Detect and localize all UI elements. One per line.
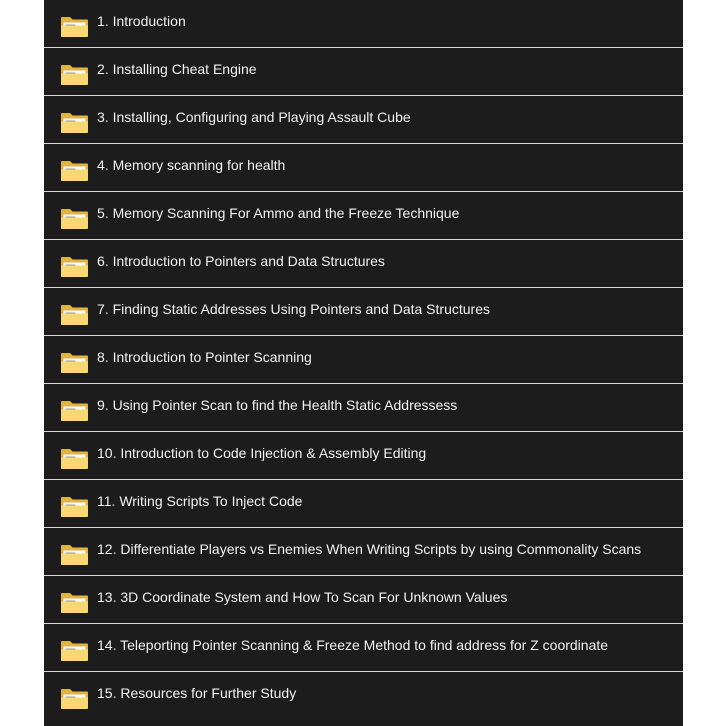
folder-name: 8. Introduction to Pointer Scanning (97, 349, 312, 365)
list-item[interactable]: 13. 3D Coordinate System and How To Scan… (44, 576, 683, 624)
folder-icon (60, 495, 89, 519)
folder-icon (60, 303, 89, 327)
folder-icon (60, 159, 89, 183)
folder-name: 2. Installing Cheat Engine (97, 61, 257, 77)
folder-name: 4. Memory scanning for health (97, 157, 286, 173)
folder-icon (60, 687, 89, 711)
folder-icon (60, 207, 89, 231)
list-item[interactable]: 6. Introduction to Pointers and Data Str… (44, 240, 683, 288)
folder-icon (60, 639, 89, 663)
list-item[interactable]: 12. Differentiate Players vs Enemies Whe… (44, 528, 683, 576)
folder-name: 11. Writing Scripts To Inject Code (97, 493, 303, 509)
folder-name: 10. Introduction to Code Injection & Ass… (97, 445, 427, 461)
list-item[interactable]: 3. Installing, Configuring and Playing A… (44, 96, 683, 144)
folder-icon (60, 15, 89, 39)
folder-name: 14. Teleporting Pointer Scanning & Freez… (97, 637, 609, 653)
folder-name: 6. Introduction to Pointers and Data Str… (97, 253, 385, 269)
list-item[interactable]: 7. Finding Static Addresses Using Pointe… (44, 288, 683, 336)
folder-list: 1. Introduction 2. Installing Cheat Engi… (44, 0, 683, 726)
folder-icon (60, 543, 89, 567)
list-item[interactable]: 5. Memory Scanning For Ammo and the Free… (44, 192, 683, 240)
folder-icon (60, 111, 89, 135)
list-item[interactable]: 14. Teleporting Pointer Scanning & Freez… (44, 624, 683, 672)
list-item[interactable]: 15. Resources for Further Study (44, 672, 683, 719)
list-item[interactable]: 1. Introduction (44, 0, 683, 48)
folder-icon (60, 591, 89, 615)
list-item[interactable]: 11. Writing Scripts To Inject Code (44, 480, 683, 528)
folder-name: 5. Memory Scanning For Ammo and the Free… (97, 205, 460, 221)
folder-icon (60, 399, 89, 423)
folder-name: 15. Resources for Further Study (97, 685, 297, 701)
folder-name: 1. Introduction (97, 13, 186, 29)
folder-icon (60, 447, 89, 471)
folder-name: 3. Installing, Configuring and Playing A… (97, 109, 411, 125)
folder-name: 9. Using Pointer Scan to find the Health… (97, 397, 458, 413)
folder-icon (60, 351, 89, 375)
folder-name: 12. Differentiate Players vs Enemies Whe… (97, 541, 642, 557)
folder-name: 13. 3D Coordinate System and How To Scan… (97, 589, 508, 605)
folder-icon (60, 63, 89, 87)
folder-name: 7. Finding Static Addresses Using Pointe… (97, 301, 490, 317)
list-item[interactable]: 2. Installing Cheat Engine (44, 48, 683, 96)
list-item[interactable]: 10. Introduction to Code Injection & Ass… (44, 432, 683, 480)
list-item[interactable]: 8. Introduction to Pointer Scanning (44, 336, 683, 384)
list-item[interactable]: 9. Using Pointer Scan to find the Health… (44, 384, 683, 432)
folder-icon (60, 255, 89, 279)
list-item[interactable]: 4. Memory scanning for health (44, 144, 683, 192)
